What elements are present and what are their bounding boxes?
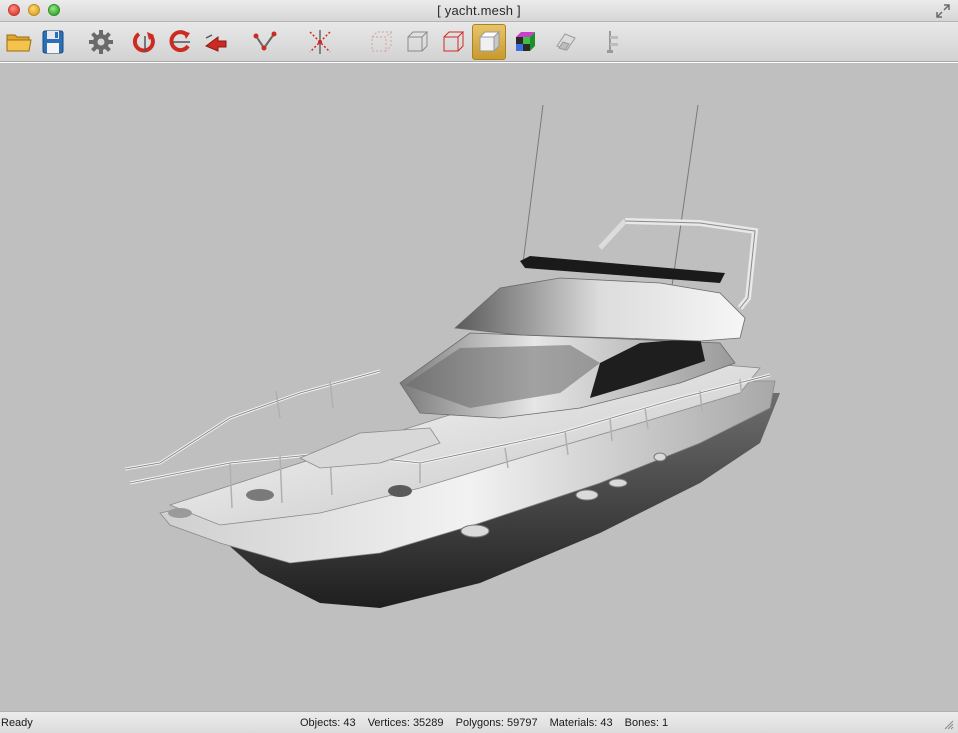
center-cross-icon <box>309 30 331 54</box>
bones-count: Bones: 1 <box>624 717 669 729</box>
vertex-path-icon <box>253 31 277 51</box>
floppy-disk-icon <box>42 30 64 54</box>
view-bones-button[interactable] <box>595 24 629 60</box>
view-textured-button[interactable] <box>508 24 542 60</box>
bone-hierarchy-icon <box>607 31 618 53</box>
mesh-stats: Objects: 43 Vertices: 35289 Polygons: 59… <box>300 717 677 729</box>
view-points-button[interactable] <box>364 24 398 60</box>
uv-map-icon <box>556 33 576 51</box>
rotate-x-button[interactable] <box>128 24 162 60</box>
window-title: [ yacht.mesh ] <box>437 3 521 18</box>
cube-wireframe-red-icon <box>443 31 465 52</box>
toolbar <box>0 22 958 62</box>
view-wireframe-button[interactable] <box>400 24 434 60</box>
vertices-count: Vertices: 35289 <box>367 717 444 729</box>
view-shaded-button[interactable] <box>472 24 506 60</box>
rotate-y-button[interactable] <box>163 24 197 60</box>
save-file-button[interactable] <box>36 24 70 60</box>
3d-viewport[interactable] <box>0 63 958 711</box>
status-text: Ready <box>1 717 33 729</box>
view-uv-button[interactable] <box>548 24 582 60</box>
rotate-z-button[interactable] <box>199 24 233 60</box>
rotate-z-icon <box>205 34 227 52</box>
rotate-x-icon <box>132 32 155 53</box>
cube-wireframe-icon <box>407 31 429 52</box>
folder-icon <box>6 34 32 52</box>
yacht-model <box>124 104 780 608</box>
objects-count: Objects: 43 <box>300 717 356 729</box>
view-wireframe-red-button[interactable] <box>436 24 470 60</box>
gear-icon <box>89 30 113 54</box>
materials-count: Materials: 43 <box>549 717 613 729</box>
settings-button[interactable] <box>84 24 118 60</box>
vertices-button[interactable] <box>248 24 282 60</box>
cube-textured-icon <box>516 32 535 51</box>
title-bar: [ yacht.mesh ] <box>0 0 958 22</box>
cube-points-icon <box>371 31 393 52</box>
rotate-y-icon <box>169 30 190 53</box>
open-file-button[interactable] <box>2 24 36 60</box>
bounding-center-button[interactable] <box>303 24 337 60</box>
polygons-count: Polygons: 59797 <box>455 717 538 729</box>
resize-grip-icon[interactable] <box>942 718 954 730</box>
fullscreen-icon[interactable] <box>936 4 950 18</box>
status-bar: Ready Objects: 43 Vertices: 35289 Polygo… <box>0 711 958 733</box>
cube-shaded-icon <box>478 30 501 53</box>
app-window: [ yacht.mesh ] Ready Objects: 43 Vertice… <box>0 0 958 733</box>
